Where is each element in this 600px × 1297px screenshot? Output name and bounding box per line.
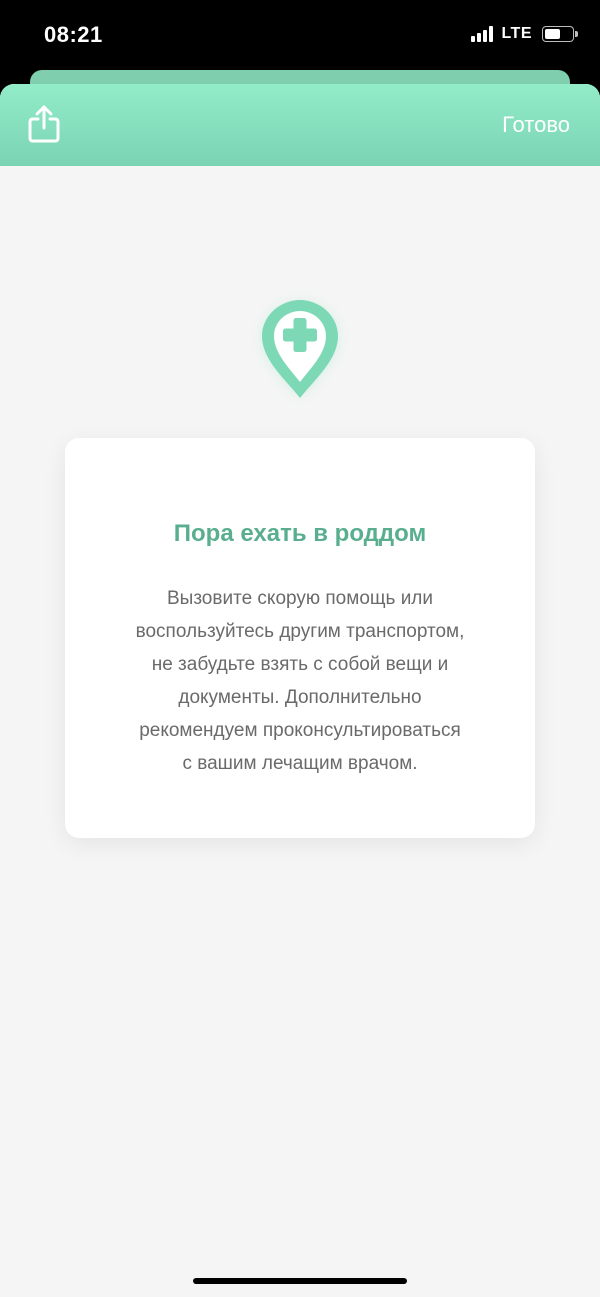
card-text-line: документы. Дополнительно — [178, 687, 422, 708]
card-text-line: с вашим лечащим врачом. — [182, 753, 418, 774]
share-icon — [28, 105, 60, 143]
card-text-line: рекомендуем проконсультироваться — [139, 720, 461, 741]
battery-tip — [575, 31, 578, 37]
network-type: LTE — [501, 25, 532, 42]
battery-icon — [542, 26, 578, 42]
card-text-line: Вызовите скорую помощь или — [166, 588, 434, 609]
status-bar: 08:21 LTE — [0, 0, 600, 70]
home-indicator[interactable] — [193, 1278, 407, 1284]
info-card: Пора ехать в роддом Вызовите скорую помо… — [65, 438, 535, 838]
card-text-line: воспользуйтесь другим транспортом, — [135, 621, 465, 642]
cellular-signal-icon — [471, 26, 494, 42]
location-pin-plus-icon — [262, 300, 338, 398]
status-indicators: LTE — [471, 25, 578, 43]
card-text-line: не забудьте взять с собой вещи и — [151, 654, 449, 675]
done-button[interactable]: Готово — [502, 112, 570, 138]
status-time: 08:21 — [44, 22, 103, 47]
battery-level — [545, 29, 560, 39]
modal-sheet: Готово Пора ехать в роддом Вызовите скор… — [0, 84, 600, 1297]
share-button[interactable] — [26, 104, 62, 144]
card-description: Вызовите скорую помощь или воспользуйтес… — [95, 582, 505, 780]
nav-bar: Готово — [0, 84, 600, 166]
card-title: Пора ехать в роддом — [173, 520, 427, 547]
